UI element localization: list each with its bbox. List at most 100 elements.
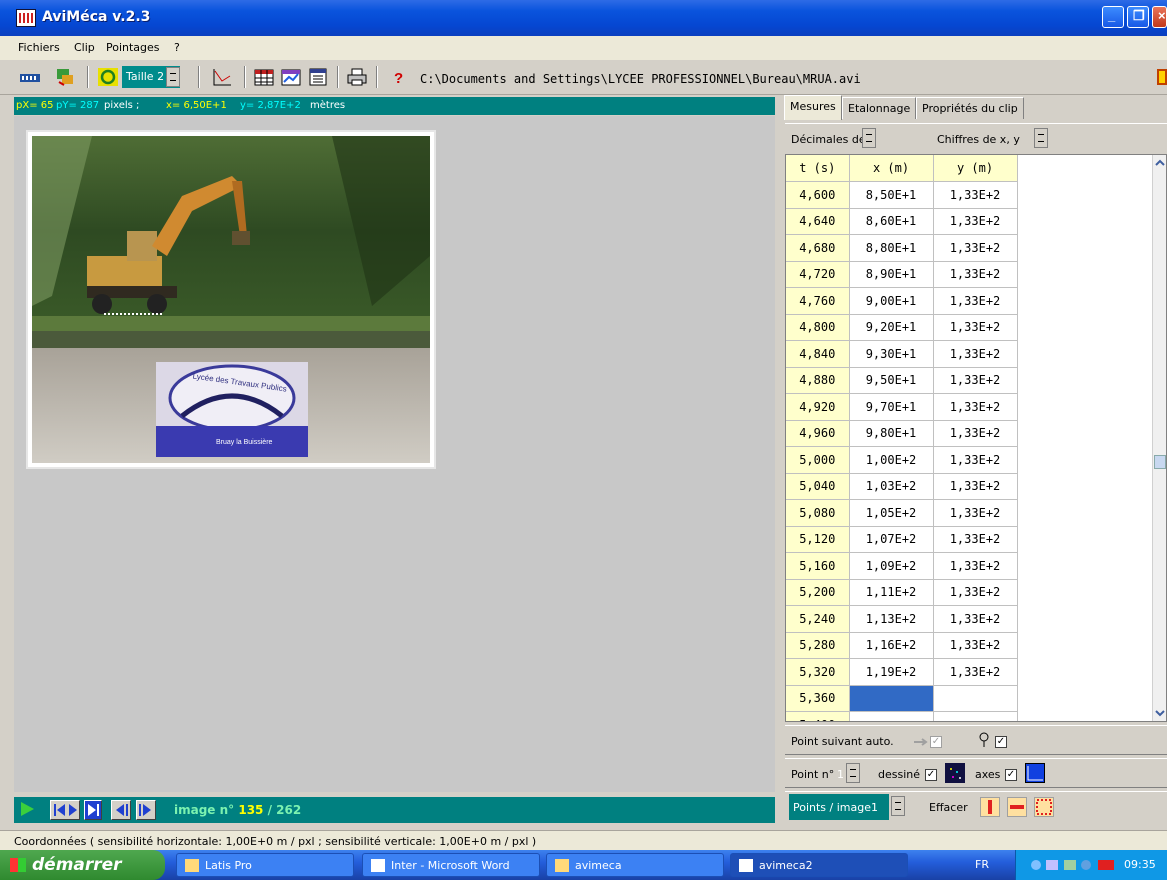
table-row[interactable]: 5,040 1,03E+2 1,33E+2	[786, 473, 1018, 500]
taille-spinner[interactable]: Taille 2	[122, 66, 180, 88]
cell-y[interactable]: 1,33E+2	[933, 393, 1018, 421]
table-row[interactable]: 5,160 1,09E+2 1,33E+2	[786, 552, 1018, 580]
tab-etalonnage[interactable]: Etalonnage	[842, 97, 917, 119]
tab-mesures[interactable]: Mesures	[784, 95, 842, 120]
cell-x[interactable]: 8,90E+1	[849, 261, 934, 288]
cell-y[interactable]: 1,33E+2	[933, 367, 1018, 394]
cell-x[interactable]: 1,05E+2	[849, 499, 934, 527]
auto-next-checkbox[interactable]: ✓	[930, 736, 942, 748]
task-word[interactable]: Inter - Microsoft Word	[362, 853, 540, 877]
graph-button[interactable]	[210, 66, 234, 88]
cell-x[interactable]: 9,30E+1	[849, 340, 934, 368]
points-image-spinner[interactable]	[891, 796, 905, 816]
first-frame-button[interactable]	[50, 800, 80, 820]
table-row[interactable]: 4,920 9,70E+1 1,33E+2	[786, 393, 1018, 421]
cell-y[interactable]: 1,33E+2	[933, 314, 1018, 341]
table-row[interactable]: 4,840 9,30E+1 1,33E+2	[786, 340, 1018, 368]
point-color-button[interactable]	[945, 763, 965, 783]
cell-y[interactable]: 1,33E+2	[933, 552, 1018, 580]
cell-t[interactable]: 5,040	[786, 473, 850, 500]
cell-y[interactable]: 1,33E+2	[933, 181, 1018, 209]
cell-t[interactable]: 5,400	[786, 711, 850, 721]
cell-t[interactable]: 4,840	[786, 340, 850, 368]
erase-point-button[interactable]	[980, 797, 1000, 817]
cell-y[interactable]: 1,33E+2	[933, 446, 1018, 474]
cell-y[interactable]: 1,33E+2	[933, 340, 1018, 368]
cell-x[interactable]: 9,20E+1	[849, 314, 934, 341]
menu-pointages[interactable]: Pointages	[106, 41, 160, 54]
task-latis-pro[interactable]: Latis Pro	[176, 853, 354, 877]
cell-x[interactable]: 8,80E+1	[849, 234, 934, 262]
menu-clip[interactable]: Clip	[74, 41, 95, 54]
cell-t[interactable]: 4,640	[786, 208, 850, 235]
cell-y[interactable]: 1,33E+2	[933, 658, 1018, 686]
menu-fichiers[interactable]: Fichiers	[18, 41, 60, 54]
help-button[interactable]: ?	[386, 66, 410, 88]
scroll-thumb[interactable]	[1154, 455, 1166, 469]
cell-t[interactable]: 5,320	[786, 658, 850, 686]
last-frame-button[interactable]	[84, 800, 102, 820]
erase-all-button[interactable]	[1034, 797, 1054, 817]
cell-t[interactable]: 4,760	[786, 287, 850, 315]
cell-t[interactable]: 4,800	[786, 314, 850, 341]
sheet-button[interactable]	[306, 66, 330, 88]
cell-x[interactable]: 1,09E+2	[849, 552, 934, 580]
export-button[interactable]	[53, 66, 77, 88]
cell-x[interactable]: 1,03E+2	[849, 473, 934, 500]
menu-help[interactable]: ?	[174, 41, 180, 54]
dessine-checkbox[interactable]: ✓	[925, 769, 937, 781]
video-frame[interactable]: Lycée des Travaux Publics Bruay la Buiss…	[26, 130, 436, 469]
table-row[interactable]: 4,800 9,20E+1 1,33E+2	[786, 314, 1018, 341]
task-avimeca[interactable]: avimeca	[546, 853, 724, 877]
cell-x[interactable]: 1,19E+2	[849, 658, 934, 686]
recycle-button[interactable]	[96, 66, 120, 88]
cell-t[interactable]: 5,360	[786, 685, 850, 712]
table-row[interactable]: 5,400	[786, 711, 1018, 721]
cell-x[interactable]: 8,50E+1	[849, 181, 934, 209]
cell-y[interactable]: 1,33E+2	[933, 579, 1018, 606]
prev-frame-button[interactable]	[111, 800, 131, 820]
cell-y[interactable]	[933, 685, 1018, 712]
cell-t[interactable]: 4,600	[786, 181, 850, 209]
cell-x[interactable]: 1,11E+2	[849, 579, 934, 606]
table-row[interactable]: 5,360	[786, 685, 1018, 712]
close-button[interactable]: ×	[1152, 6, 1167, 28]
cell-x[interactable]: 9,50E+1	[849, 367, 934, 394]
cell-t[interactable]: 5,160	[786, 552, 850, 580]
cell-t[interactable]: 4,880	[786, 367, 850, 394]
cell-t[interactable]: 5,120	[786, 526, 850, 553]
table-row[interactable]: 4,680 8,80E+1 1,33E+2	[786, 234, 1018, 262]
open-clip-button[interactable]	[18, 66, 42, 88]
point-n-spinner[interactable]	[846, 763, 860, 783]
cell-y[interactable]: 1,33E+2	[933, 632, 1018, 659]
cell-x[interactable]: 9,00E+1	[849, 287, 934, 315]
cell-x[interactable]	[849, 685, 934, 712]
table-row[interactable]: 4,960 9,80E+1 1,33E+2	[786, 420, 1018, 447]
cell-t[interactable]: 4,960	[786, 420, 850, 447]
table-row[interactable]: 5,080 1,05E+2 1,33E+2	[786, 499, 1018, 527]
table-row[interactable]: 5,120 1,07E+2 1,33E+2	[786, 526, 1018, 553]
cell-x[interactable]: 1,13E+2	[849, 605, 934, 633]
cell-t[interactable]: 4,720	[786, 261, 850, 288]
cell-y[interactable]: 1,33E+2	[933, 473, 1018, 500]
table-row[interactable]: 4,880 9,50E+1 1,33E+2	[786, 367, 1018, 394]
next-frame-button[interactable]	[136, 800, 156, 820]
cell-x[interactable]: 1,00E+2	[849, 446, 934, 474]
table-row[interactable]: 4,640 8,60E+1 1,33E+2	[786, 208, 1018, 235]
cell-t[interactable]: 5,200	[786, 579, 850, 606]
cell-y[interactable]: 1,33E+2	[933, 287, 1018, 315]
language-indicator[interactable]: FR	[975, 858, 989, 871]
digits-spinner[interactable]	[1034, 128, 1048, 148]
cell-t[interactable]: 4,680	[786, 234, 850, 262]
axes-checkbox[interactable]: ✓	[1005, 769, 1017, 781]
axes-color-button[interactable]	[1025, 763, 1045, 783]
cell-x[interactable]: 1,07E+2	[849, 526, 934, 553]
table-row[interactable]: 4,600 8,50E+1 1,33E+2	[786, 181, 1018, 209]
cell-x[interactable]: 8,60E+1	[849, 208, 934, 235]
cell-t[interactable]: 5,080	[786, 499, 850, 527]
start-button[interactable]: démarrer	[0, 850, 165, 880]
table-row[interactable]: 4,760 9,00E+1 1,33E+2	[786, 287, 1018, 315]
cell-y[interactable]: 1,33E+2	[933, 605, 1018, 633]
table-row[interactable]: 4,720 8,90E+1 1,33E+2	[786, 261, 1018, 288]
cell-t[interactable]: 5,280	[786, 632, 850, 659]
